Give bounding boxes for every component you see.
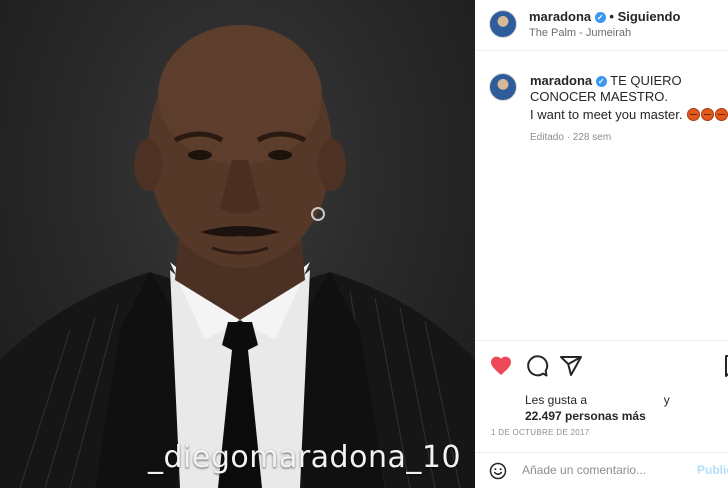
caption-username-link[interactable]: maradona	[530, 73, 592, 88]
basketball-emoji-icon	[715, 108, 728, 121]
comment-button[interactable]	[525, 354, 549, 378]
send-icon	[560, 356, 582, 376]
comment-bar: Publicar	[475, 452, 728, 488]
header-username-link[interactable]: maradona	[529, 9, 591, 24]
caption-text: maradona ✓ TE QUIERO CONOCER MAESTRO. I …	[530, 73, 728, 123]
portrait-illustration	[0, 25, 475, 488]
post-header: maradona ✓ • Siguiendo The Palm - Jumeir…	[475, 0, 728, 50]
divider	[475, 50, 728, 51]
basketball-emoji-icon	[687, 108, 701, 121]
likes-prefix: Les gusta a	[525, 393, 588, 407]
bookmark-icon	[725, 355, 728, 377]
smiley-icon	[489, 462, 507, 480]
caption-translation-text: I want to meet you master.	[530, 107, 683, 122]
likes-count[interactable]: 22.497 personas más	[525, 409, 646, 423]
likes-suffix: y	[663, 393, 670, 407]
verified-badge-icon: ✓	[595, 76, 607, 87]
caption-avatar[interactable]	[489, 73, 517, 101]
post-photo[interactable]: _diegomaradona_10	[0, 0, 475, 488]
photo-watermark: _diegomaradona_10	[148, 440, 462, 475]
verified-badge-icon: ✓	[594, 12, 606, 23]
caption-translation: I want to meet you master.	[530, 107, 728, 123]
avatar[interactable]	[489, 10, 517, 38]
emoji-picker-button[interactable]	[489, 462, 507, 485]
following-button[interactable]: Siguiendo	[618, 9, 681, 24]
heart-filled-icon	[491, 356, 511, 375]
action-bar	[489, 354, 728, 380]
location-link[interactable]: The Palm - Jumeirah	[529, 27, 631, 39]
header-user-line: maradona ✓ • Siguiendo	[529, 9, 680, 24]
basketball-emoji-icon	[701, 108, 715, 121]
post-date[interactable]: 1 DE OCTUBRE DE 2017	[491, 428, 589, 437]
liker-name-redacted	[590, 394, 660, 404]
like-button[interactable]	[489, 354, 513, 378]
save-button[interactable]	[722, 354, 728, 378]
post-side-panel: maradona ✓ • Siguiendo The Palm - Jumeir…	[475, 0, 728, 488]
comment-icon	[527, 355, 549, 377]
share-button[interactable]	[559, 354, 583, 378]
caption-meta: Editado · 228 sem	[530, 132, 612, 143]
comment-input[interactable]	[522, 461, 682, 479]
header-separator: •	[609, 9, 614, 24]
publish-button[interactable]: Publicar	[697, 463, 728, 477]
likes-summary[interactable]: Les gusta a y 22.497 personas más	[525, 392, 725, 424]
divider	[475, 340, 728, 341]
